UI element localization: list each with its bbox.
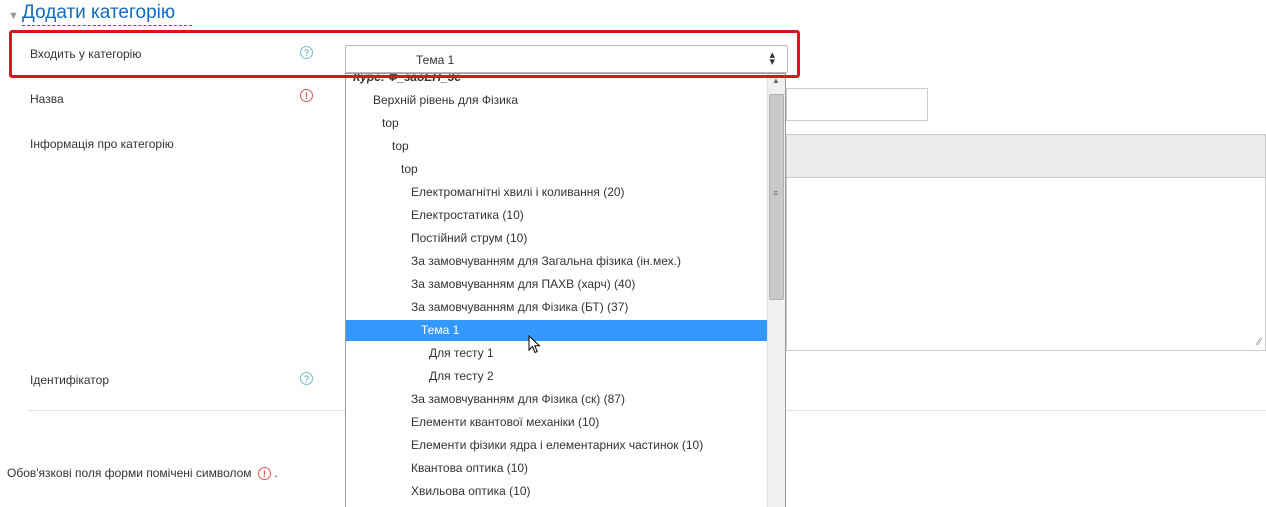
- dropdown-option[interactable]: Для тесту 1: [346, 343, 785, 364]
- name-label: Назва: [30, 92, 64, 106]
- dropdown-option[interactable]: Електромагнітні хвилі і коливання (20): [346, 182, 785, 203]
- dropdown-option[interactable]: top: [346, 136, 785, 157]
- section-title-underline: [22, 25, 192, 27]
- required-fields-note: Обов'язкові поля форми помічені символом…: [7, 466, 278, 481]
- mouse-cursor-icon: [528, 335, 541, 354]
- required-note-text: Обов'язкові поля форми помічені символом: [7, 466, 252, 480]
- dropdown-option[interactable]: За замовчуванням для Фізика (ск) (87): [346, 389, 785, 410]
- name-input[interactable]: [786, 88, 928, 121]
- dropdown-option-selected[interactable]: Тема 1: [346, 320, 785, 341]
- id-number-label: Ідентифікатор: [30, 373, 110, 387]
- category-info-label: Інформація про категорію: [30, 137, 174, 151]
- dropdown-option[interactable]: За замовчуванням для Загальна фізика (ін…: [346, 251, 785, 272]
- required-icon: !: [257, 467, 271, 481]
- dropdown-option[interactable]: Елементи квантової механіки (10): [346, 412, 785, 433]
- dropdown-option[interactable]: Квантова оптика (10): [346, 458, 785, 479]
- dropdown-option[interactable]: За замовчуванням для Фізика (БТ) (37): [346, 297, 785, 318]
- dropdown-option[interactable]: Хвильова оптика (10): [346, 481, 785, 502]
- section-title[interactable]: Додати категорію: [22, 2, 175, 24]
- dropdown-option[interactable]: top: [346, 159, 785, 180]
- help-icon[interactable]: ?: [300, 372, 313, 385]
- required-note-period: .: [274, 466, 278, 480]
- editor-toolbar[interactable]: [786, 134, 1266, 177]
- scroll-thumb[interactable]: ≡: [769, 94, 784, 300]
- resize-grip-icon[interactable]: ⁄⁄: [1258, 337, 1261, 348]
- collapse-triangle-icon[interactable]: ▼: [8, 10, 19, 22]
- dropdown-option[interactable]: Постійний струм (10): [346, 228, 785, 249]
- highlight-annotation: [9, 30, 800, 78]
- dropdown-option[interactable]: top: [346, 113, 785, 134]
- dropdown-option[interactable]: Верхній рівень для Фізика: [346, 90, 785, 111]
- dropdown-option[interactable]: Елементи фізики ядра і елементарних част…: [346, 435, 785, 456]
- dropdown-option[interactable]: За замовчуванням для ПАХВ (харч) (40): [346, 274, 785, 295]
- dropdown-option[interactable]: Для тесту 2: [346, 366, 785, 387]
- category-info-editor[interactable]: ⁄⁄: [786, 177, 1266, 351]
- category-dropdown-list[interactable]: Курс: Ф_заоЕП_3с Верхній рівень для Фізик…: [345, 73, 786, 507]
- dropdown-option[interactable]: Електростатика (10): [346, 205, 785, 226]
- scroll-grip-icon: ≡: [773, 188, 779, 198]
- required-icon: !: [300, 89, 313, 102]
- dropdown-scrollbar[interactable]: ▲ ≡: [767, 74, 785, 507]
